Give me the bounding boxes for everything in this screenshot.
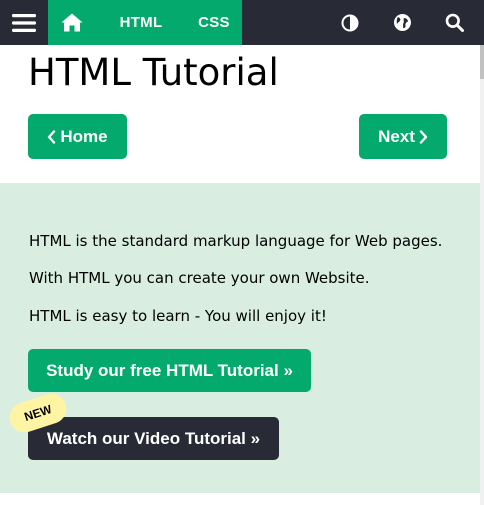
previous-home-button[interactable]: Home <box>28 114 127 159</box>
contrast-icon <box>341 14 359 31</box>
nav-link-css[interactable]: CSS <box>186 0 242 45</box>
study-tutorial-button[interactable]: Study our free HTML Tutorial » <box>28 349 311 392</box>
translate-button[interactable] <box>382 0 422 45</box>
page-title: HTML Tutorial <box>28 51 279 94</box>
scrollbar-track[interactable] <box>480 45 484 505</box>
chevron-left-icon <box>48 129 56 144</box>
search-button[interactable] <box>434 0 474 45</box>
next-button[interactable]: Next <box>359 114 447 159</box>
menu-button[interactable] <box>0 0 48 45</box>
chevron-right-icon <box>419 129 428 144</box>
home-icon <box>61 13 83 32</box>
scrollbar-thumb[interactable] <box>480 45 484 79</box>
nav-link-html[interactable]: HTML <box>96 0 186 45</box>
globe-icon <box>393 14 411 31</box>
home-button[interactable] <box>48 0 96 45</box>
intro-line-2: With HTML you can create your own Websit… <box>29 269 370 287</box>
hamburger-menu-icon <box>12 13 36 32</box>
next-label: Next <box>378 126 415 146</box>
intro-line-1: HTML is the standard markup language for… <box>29 232 443 250</box>
intro-line-3: HTML is easy to learn - You will enjoy i… <box>29 307 327 325</box>
previous-label: Home <box>60 126 108 146</box>
video-tutorial-button[interactable]: Watch our Video Tutorial » <box>28 417 279 460</box>
theme-toggle-button[interactable] <box>330 0 370 45</box>
search-icon <box>445 13 464 32</box>
